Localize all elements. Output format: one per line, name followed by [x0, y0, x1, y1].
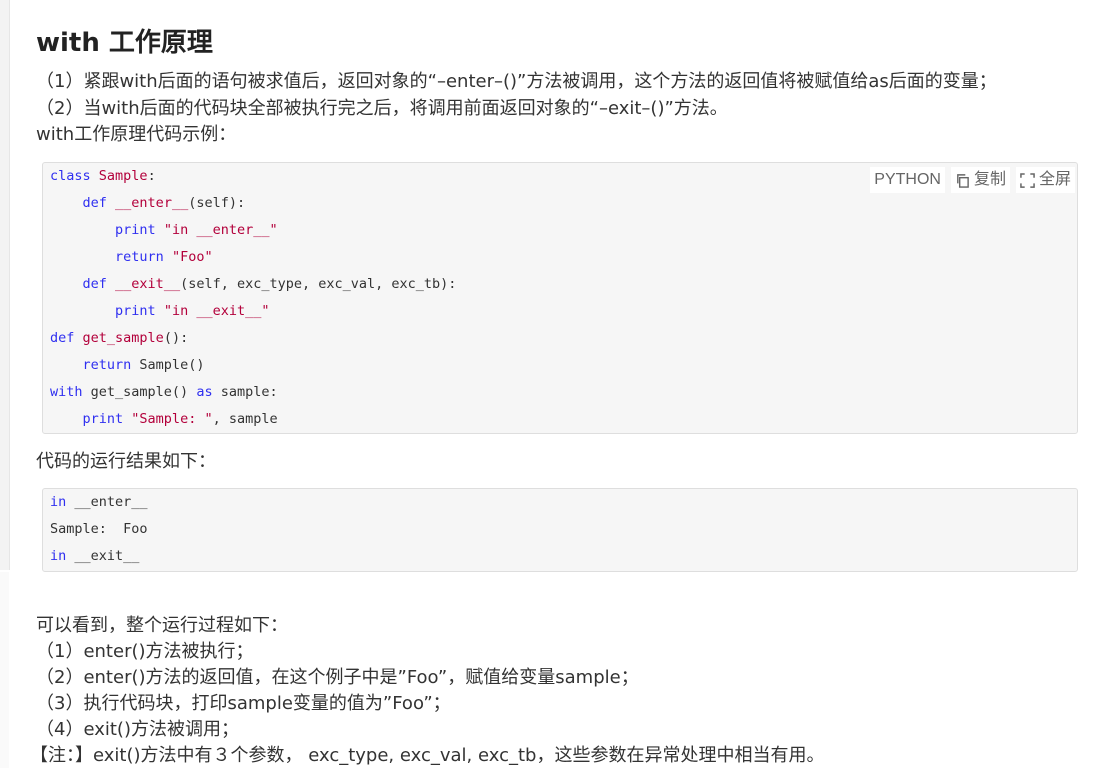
output-line: in __exit__: [50, 548, 140, 564]
language-text: PYTHON: [874, 171, 941, 188]
code-line: print "Sample: ", sample: [82, 411, 278, 427]
summary-line-1: 可以看到，整个运行过程如下：: [36, 615, 288, 636]
code-block: PYTHON 复制 全屏 class Sample: def __enter__…: [42, 162, 1078, 434]
intro-line-3: with工作原理代码示例：: [36, 124, 237, 145]
summary-line-5: （4）exit()方法被调用；: [36, 719, 239, 740]
left-gutter-lower: [0, 572, 9, 768]
code-line: return Sample(): [82, 357, 205, 373]
intro-line-2: （2）当with后面的代码块全部被执行完之后，将调用前面返回对象的“–exit–…: [36, 98, 728, 119]
note-line: 【注：】exit()方法中有３个参数， exc_type, exc_val, e…: [30, 745, 825, 766]
copy-button[interactable]: 复制: [950, 167, 1010, 193]
fullscreen-label: 全屏: [1038, 171, 1071, 188]
code-toolbar: PYTHON 复制 全屏: [870, 167, 1075, 193]
summary-line-3: （2）enter()方法的返回值，在这个例子中是”Foo”，赋值给变量sampl…: [36, 667, 639, 688]
code-line: print "in __exit__": [115, 303, 270, 319]
section-title: with 工作原理: [36, 28, 213, 58]
output-line: Sample: Foo: [50, 521, 148, 537]
language-label: PYTHON: [870, 167, 945, 193]
result-heading: 代码的运行结果如下：: [36, 451, 216, 472]
code-line: return "Foo": [115, 249, 213, 265]
copy-icon: [957, 173, 969, 188]
left-gutter: [0, 0, 10, 570]
code-line: class Sample:: [50, 168, 156, 184]
summary-line-4: （3）执行代码块，打印sample变量的值为”Foo”；: [36, 693, 451, 714]
output-line: in __enter__: [50, 494, 148, 510]
intro-line-1: （1）紧跟with后面的语句被求值后，返回对象的“–enter–()”方法被调用…: [36, 71, 997, 92]
code-line: def __exit__(self, exc_type, exc_val, ex…: [82, 276, 457, 292]
code-line: def __enter__(self):: [82, 195, 246, 211]
fullscreen-button[interactable]: 全屏: [1015, 167, 1075, 193]
code-line: with get_sample() as sample:: [50, 384, 278, 400]
code-line: print "in __enter__": [115, 222, 278, 238]
summary-line-2: （1）enter()方法被执行；: [36, 641, 254, 662]
fullscreen-icon: [1020, 172, 1035, 188]
code-line: def get_sample():: [50, 330, 189, 346]
output-block: in __enter__ Sample: Foo in __exit__: [42, 488, 1078, 572]
copy-label: 复制: [973, 171, 1006, 188]
